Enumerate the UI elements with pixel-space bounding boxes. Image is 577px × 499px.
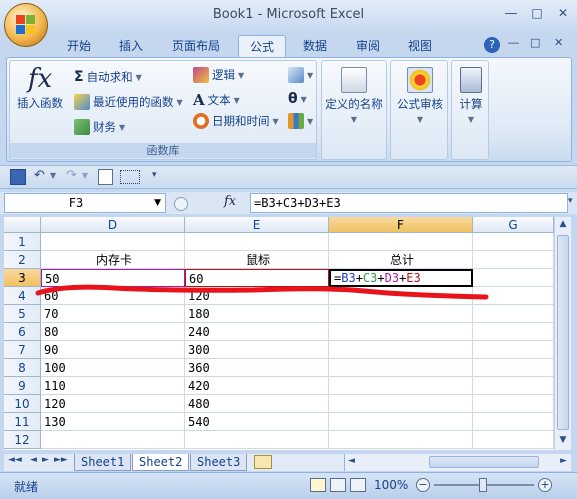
defined-names-group: 定义的名称 ▼ [321,60,387,160]
undo-icon[interactable]: ↶ [34,168,45,183]
name-box-dropdown-icon[interactable]: ▼ [154,198,161,208]
tab-data[interactable]: 数据 [292,35,338,58]
red-underline-annotation [35,284,489,300]
normal-view-icon[interactable] [310,478,326,492]
status-ready: 就绪 [14,480,39,494]
page-break-view-icon[interactable] [350,478,366,492]
function-library-label: 函数库 [10,143,316,158]
text-functions-button[interactable]: A 文本 ▼ [193,91,240,109]
audit-icon [407,67,433,93]
ribbon-tabs: 开始 插入 页面布局 公式 数据 审阅 视图 ? ― □ ✕ [0,32,577,58]
print-preview-icon[interactable] [98,169,113,185]
ribbon: fx 插入函数 Σ 自动求和 ▼ 最近使用的函数 ▼ 财务 ▼ 逻辑 ▼ A 文本 ▼ 日… [6,57,572,162]
name-box-value: F3 [68,196,84,210]
status-bar: 就绪 100% − + [0,472,577,499]
sheet-tab-sheet3[interactable]: Sheet3 [190,454,248,471]
clock-icon [193,113,209,129]
lookup-button[interactable]: ▼ [288,67,313,83]
redo-icon[interactable]: ↷ [66,168,77,183]
formula-auditing-group: 公式审核 ▼ [390,60,448,160]
scroll-left-icon[interactable]: ◄ [348,456,355,466]
ribbon-minimize-icon[interactable]: ― [508,36,519,49]
insert-function-button[interactable]: fx 插入函数 [14,65,66,111]
customize-qat-icon[interactable]: ▾ [152,170,157,180]
red-underline-stroke [35,284,489,300]
formula-bar: F3 ▼ fx =B3+C3+D3+E3 ▾ [0,192,577,214]
last-sheet-icon[interactable]: ►► [54,455,68,465]
math-trig-button[interactable]: θ ▼ [288,91,307,107]
scroll-up-icon[interactable]: ▲ [557,219,569,231]
sheet-tab-sheet1[interactable]: Sheet1 [74,454,132,471]
sheet-tab-bar: ◄◄ ◄ ► ►► Sheet1 Sheet2 Sheet3 ◄ ► [4,454,571,471]
close-icon[interactable]: ✕ [551,4,575,22]
star-book-icon [74,94,90,110]
defined-names-button[interactable]: 定义的名称 ▼ [324,67,384,124]
quick-access-toolbar: ↶ ▼ ↷ ▼ ▾ [0,165,577,189]
ribbon-close-icon[interactable]: ✕ [554,36,563,49]
coins-icon [74,119,90,135]
tab-home[interactable]: 开始 [58,35,100,58]
window-controls: ― □ ✕ [499,4,575,22]
function-library-group: fx 插入函数 Σ 自动求和 ▼ 最近使用的函数 ▼ 财务 ▼ 逻辑 ▼ A 文本 ▼ 日… [9,60,317,160]
tab-insert[interactable]: 插入 [110,35,152,58]
tab-view[interactable]: 视图 [398,35,442,58]
sheet-tab-sheet2[interactable]: Sheet2 [132,454,190,471]
formula-input[interactable]: =B3+C3+D3+E3 [250,193,568,213]
help-icon[interactable]: ? [484,37,500,53]
logical-icon [193,67,209,83]
calculation-group: 计算 ▼ [451,60,489,160]
text-a-icon: A [193,91,205,109]
name-box[interactable]: F3 ▼ [4,193,166,213]
name-tag-icon [341,67,367,93]
more-functions-button[interactable]: ▼ [288,113,313,129]
calculation-button[interactable]: 计算 ▼ [453,67,489,124]
window-title: Book1 - Microsoft Excel [212,7,365,22]
formula-buttons: fx [170,193,248,213]
zoom-thumb[interactable] [479,478,487,492]
ribbon-restore-icon[interactable]: □ [530,36,540,49]
theta-icon: θ [288,91,298,107]
zoom-out-icon[interactable]: − [416,478,430,492]
maximize-icon[interactable]: □ [525,4,549,22]
logical-button[interactable]: 逻辑 ▼ [193,67,244,83]
formula-auditing-button[interactable]: 公式审核 ▼ [392,67,448,124]
expand-circle-icon[interactable] [174,197,188,211]
title-bar: Book1 - Microsoft Excel ― □ ✕ [0,0,577,32]
minimize-icon[interactable]: ― [499,4,523,22]
tab-page-layout[interactable]: 页面布局 [162,35,230,58]
recent-functions-button[interactable]: 最近使用的函数 ▼ [74,94,183,110]
scroll-thumb[interactable] [557,235,569,430]
insert-sheet-icon[interactable] [254,455,272,469]
fx-insert-function-icon[interactable]: fx [224,194,236,209]
page-layout-view-icon[interactable] [330,478,346,492]
redo-dropdown-icon[interactable]: ▼ [82,171,88,180]
select-objects-icon[interactable] [120,170,140,184]
formula-expand-icon[interactable]: ▾ [568,196,573,206]
save-icon[interactable] [10,169,26,185]
h-scroll-thumb[interactable] [429,456,539,468]
prev-sheet-icon[interactable]: ◄ [30,455,37,465]
horizontal-scrollbar[interactable]: ◄ ► [344,454,571,471]
zoom-in-icon[interactable]: + [538,478,552,492]
office-button[interactable] [4,3,48,47]
office-logo-icon [16,15,36,35]
calculator-icon [460,67,482,93]
scroll-right-icon[interactable]: ► [560,456,567,466]
books-icon [288,113,304,129]
lookup-icon [288,67,304,83]
vertical-scrollbar[interactable]: ▲ ▼ [554,217,571,450]
tab-review[interactable]: 审阅 [346,35,390,58]
autosum-button[interactable]: Σ 自动求和 ▼ [74,69,142,85]
undo-dropdown-icon[interactable]: ▼ [50,171,56,180]
sigma-icon: Σ [74,69,84,85]
first-sheet-icon[interactable]: ◄◄ [8,455,22,465]
scroll-down-icon[interactable]: ▼ [557,435,569,447]
next-sheet-icon[interactable]: ► [42,455,49,465]
zoom-level[interactable]: 100% [374,478,408,492]
fx-icon: fx [27,64,53,94]
financial-button[interactable]: 财务 ▼ [74,119,125,135]
datetime-button[interactable]: 日期和时间 ▼ [193,113,279,129]
worksheet-grid[interactable]: D E F G 1 2 内存卡 鼠标 总计 3 50 60 =B3+C3+D3+E3 4 60 120 5 70 1… [4,217,554,450]
tab-formulas[interactable]: 公式 [238,35,286,58]
